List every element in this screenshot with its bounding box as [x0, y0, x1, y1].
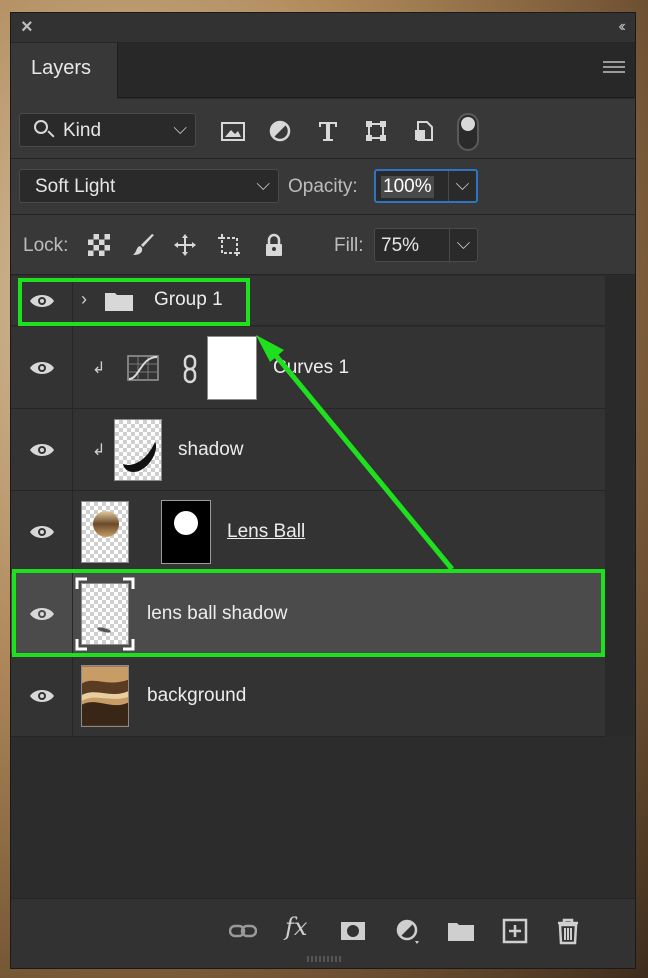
annotation-arrow [256, 335, 454, 571]
